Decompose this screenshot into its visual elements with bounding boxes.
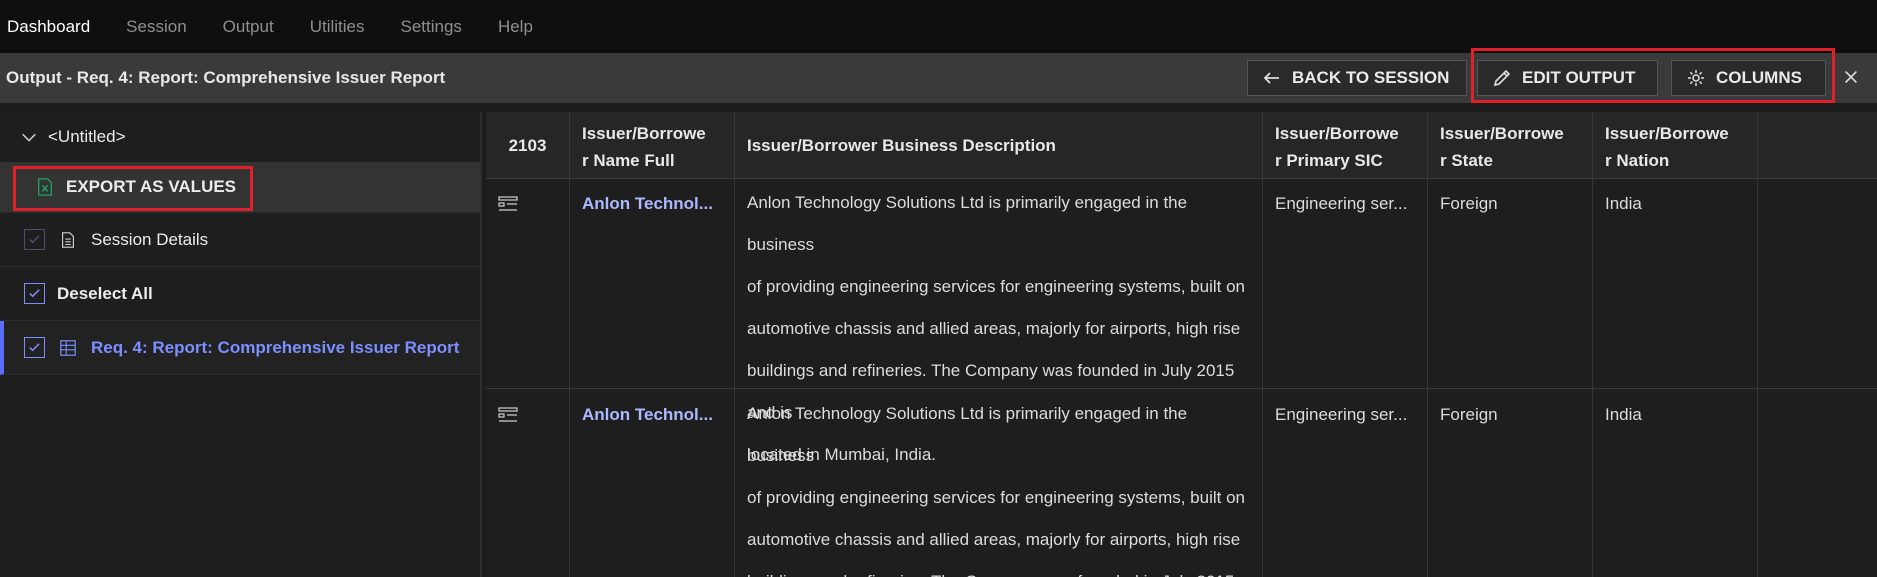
column-header-state[interactable]: Issuer/Borrowe r State — [1428, 112, 1593, 178]
nation-cell: India — [1593, 178, 1758, 388]
report-item-label: Req. 4: Report: Comprehensive Issuer Rep… — [91, 337, 460, 357]
output-sidebar: <Untitled> EXPORT AS VALUES Session Deta… — [0, 112, 482, 577]
menu-session[interactable]: Session — [108, 17, 204, 37]
pencil-icon — [1493, 69, 1511, 87]
deselect-all-checkbox[interactable] — [24, 283, 45, 304]
export-as-values-button[interactable]: EXPORT AS VALUES — [0, 162, 480, 213]
menu-help[interactable]: Help — [480, 17, 551, 37]
row-detail-icon[interactable] — [498, 194, 518, 214]
menu-output[interactable]: Output — [205, 17, 292, 37]
chevron-down-icon — [22, 133, 36, 142]
session-details-item[interactable]: Session Details — [0, 213, 480, 267]
row-detail-cell — [486, 178, 570, 388]
columns-button[interactable]: COLUMNS — [1671, 60, 1826, 96]
issuer-name-cell[interactable]: Anlon Technol... — [570, 178, 735, 388]
session-details-label: Session Details — [91, 229, 209, 249]
document-icon — [62, 231, 74, 248]
back-to-session-button[interactable]: BACK TO SESSION — [1247, 60, 1467, 96]
header-divider — [486, 178, 1877, 179]
top-menu-bar: Dashboard Session Output Utilities Setti… — [0, 0, 1877, 53]
edit-output-button[interactable]: EDIT OUTPUT — [1477, 60, 1658, 96]
menu-utilities[interactable]: Utilities — [292, 17, 383, 37]
report-item[interactable]: Req. 4: Report: Comprehensive Issuer Rep… — [0, 321, 480, 375]
state-cell: Foreign — [1428, 389, 1593, 577]
column-header-description[interactable]: Issuer/Borrower Business Description — [735, 112, 1263, 178]
gear-icon — [1688, 70, 1704, 86]
columns-label: COLUMNS — [1716, 68, 1802, 87]
table-grid-icon — [60, 339, 76, 356]
output-table: 2103 Issuer/Borrowe r Name Full Issuer/B… — [486, 112, 1877, 577]
description-cell: Anlon Technology Solutions Ltd is primar… — [735, 389, 1263, 577]
column-header-nation[interactable]: Issuer/Borrowe r Nation — [1593, 112, 1758, 178]
edit-output-label: EDIT OUTPUT — [1522, 68, 1636, 87]
menu-settings[interactable]: Settings — [383, 17, 480, 37]
export-as-values-label: EXPORT AS VALUES — [66, 177, 237, 196]
nation-cell: India — [1593, 389, 1758, 577]
column-header-overflow — [1758, 112, 1877, 178]
issuer-name-cell[interactable]: Anlon Technol... — [570, 389, 735, 577]
session-details-checkbox[interactable] — [24, 229, 45, 250]
group-header[interactable]: <Untitled> — [0, 112, 480, 162]
row-detail-icon[interactable] — [498, 405, 518, 425]
menu-dashboard[interactable]: Dashboard — [0, 17, 108, 37]
report-checkbox[interactable] — [24, 337, 45, 358]
deselect-all-label: Deselect All — [57, 283, 153, 303]
description-cell: Anlon Technology Solutions Ltd is primar… — [735, 178, 1263, 464]
state-cell: Foreign — [1428, 178, 1593, 388]
primary-sic-cell: Engineering ser... — [1263, 389, 1428, 577]
primary-sic-cell: Engineering ser... — [1263, 178, 1428, 388]
back-to-session-label: BACK TO SESSION — [1292, 68, 1450, 87]
excel-file-icon — [38, 178, 52, 196]
column-header-name[interactable]: Issuer/Borrowe r Name Full — [570, 112, 735, 178]
arrow-left-icon — [1263, 72, 1279, 84]
row-detail-cell — [486, 389, 570, 577]
column-header-primary-sic[interactable]: Issuer/Borrowe r Primary SIC — [1263, 112, 1428, 178]
close-icon[interactable] — [1838, 62, 1864, 92]
deselect-all-item[interactable]: Deselect All — [0, 267, 480, 321]
column-header-count[interactable]: 2103 — [486, 112, 570, 178]
group-label: <Untitled> — [48, 127, 126, 146]
